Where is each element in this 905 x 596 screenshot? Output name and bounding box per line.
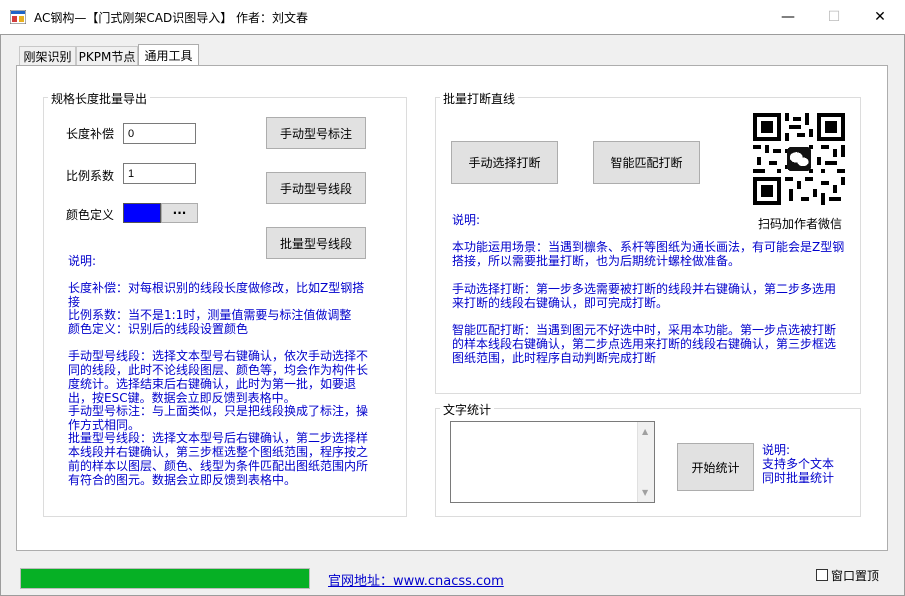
topmost-label: 窗口置顶 xyxy=(831,569,880,583)
progress-bar xyxy=(20,568,310,589)
export-desc-batch-line: 批量型号线段：选择文本型号后右键确认，第二步选择样本线段并右键确认，第三步框选整… xyxy=(68,431,369,487)
text-stats-desc-title: 说明: xyxy=(762,443,791,457)
text-stats-desc-line1: 支持多个文本 xyxy=(762,457,835,471)
tab-frame-recognition[interactable]: 刚架识别 xyxy=(19,46,76,65)
close-icon: ✕ xyxy=(874,9,886,25)
minimize-button[interactable]: — xyxy=(765,0,811,34)
tab-general-tools[interactable]: 通用工具 xyxy=(138,44,199,66)
close-button[interactable]: ✕ xyxy=(857,0,903,34)
start-stats-button[interactable]: 开始统计 xyxy=(677,443,754,491)
text-stats-group-title: 文字统计 xyxy=(440,401,495,418)
manual-line-button[interactable]: 手动型号线段 xyxy=(266,172,366,204)
topmost-checkbox[interactable] xyxy=(816,569,828,581)
color-pick-button[interactable]: ··· xyxy=(161,203,198,223)
export-group-title: 规格长度批量导出 xyxy=(48,90,151,107)
scroll-down-icon: ▼ xyxy=(642,488,649,497)
break-desc-manual: 手动选择打断：第一步多选需要被打断的线段并右键确认，第二步多选用来打断的线段右键… xyxy=(452,282,837,310)
export-desc-scale: 比例系数：当不是1:1时，测量值需要与标注值做调整 xyxy=(68,308,352,322)
color-label: 颜色定义 xyxy=(66,208,115,222)
maximize-button[interactable]: ☐ xyxy=(811,0,857,34)
export-desc-color: 颜色定义：识别后的线段设置颜色 xyxy=(68,322,249,336)
break-desc-smart: 智能匹配打断：当遇到图元不好选中时，采用本功能。第一步点选被打断的样本线段右键确… xyxy=(452,323,837,365)
export-desc-manual-label: 手动型号标注：与上面类似，只是把线段换成了标注，操作方式相同。 xyxy=(68,404,369,432)
color-swatch[interactable] xyxy=(123,203,161,223)
length-input[interactable] xyxy=(123,123,196,144)
scroll-up-icon: ▲ xyxy=(642,427,649,436)
tab-pkpm-nodes[interactable]: PKPM节点 xyxy=(76,46,138,65)
break-desc-title: 说明: xyxy=(452,213,481,227)
length-label: 长度补偿 xyxy=(66,127,115,141)
export-desc-length: 长度补偿：对每根识别的线段长度做修改，比如Z型钢搭接 xyxy=(68,281,365,309)
break-desc-scenario: 本功能运用场景：当遇到檩条、系杆等图纸为通长画法，有可能会是Z型钢搭接，所以需要… xyxy=(452,240,845,268)
text-stats-textarea[interactable]: ▲ ▼ xyxy=(450,421,655,503)
text-stats-desc-line2: 同时批量统计 xyxy=(762,471,835,485)
qr-caption: 扫码加作者微信 xyxy=(758,217,843,231)
window-title: AC钢构—【门式刚架CAD识图导入】 作者：刘文春 xyxy=(34,11,309,25)
break-group-title: 批量打断直线 xyxy=(440,90,519,107)
scale-input[interactable] xyxy=(123,163,196,184)
manual-label-button[interactable]: 手动型号标注 xyxy=(266,117,366,149)
batch-line-button[interactable]: 批量型号线段 xyxy=(266,227,366,259)
export-desc-title: 说明: xyxy=(68,254,97,268)
progress-fill xyxy=(21,569,309,588)
scale-label: 比例系数 xyxy=(66,169,115,183)
wechat-qr-code xyxy=(753,113,845,205)
export-desc-manual-line: 手动型号线段：选择文本型号右键确认，依次手动选择不同的线段，此时不论线段图层、颜… xyxy=(68,349,369,405)
manual-break-button[interactable]: 手动选择打断 xyxy=(451,141,558,184)
textarea-scrollbar[interactable]: ▲ ▼ xyxy=(637,422,654,502)
minimize-icon: — xyxy=(781,9,795,25)
maximize-icon: ☐ xyxy=(827,9,841,25)
app-icon xyxy=(10,10,26,24)
smart-break-button[interactable]: 智能匹配打断 xyxy=(593,141,700,184)
website-link[interactable]: 官网地址：www.cnacss.com xyxy=(328,570,504,589)
